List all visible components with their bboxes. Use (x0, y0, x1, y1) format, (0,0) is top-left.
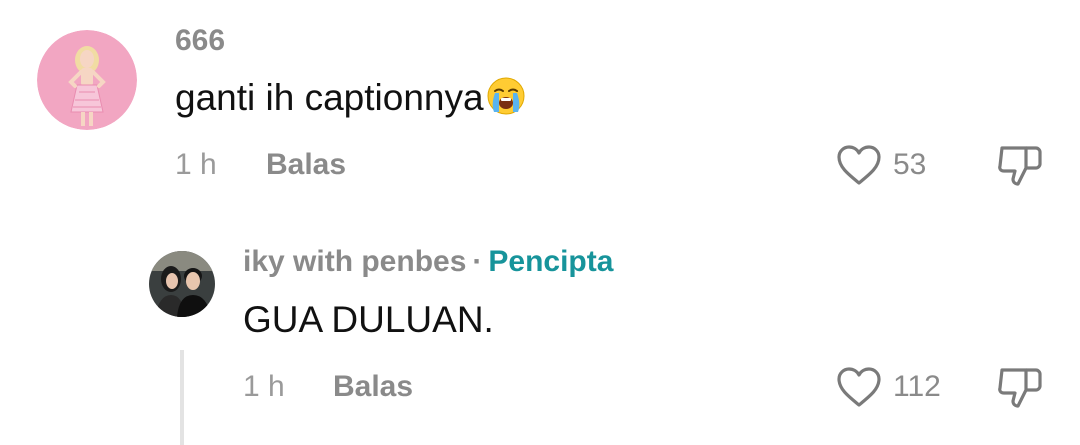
reply-button[interactable]: Balas (266, 148, 346, 182)
thumbs-down-icon[interactable] (996, 364, 1044, 415)
thumbs-down-icon[interactable] (996, 142, 1044, 193)
comment-text: ganti ih captionnya (175, 76, 526, 125)
loudly-crying-face-icon (486, 76, 526, 125)
reply-avatar[interactable] (149, 251, 215, 317)
comment-username[interactable]: 666 (175, 24, 225, 58)
reply-reply-button[interactable]: Balas (333, 370, 413, 404)
thread-line (180, 350, 184, 445)
reply-username-line: iky with penbes · Pencipta (243, 245, 613, 279)
reply-username[interactable]: iky with penbes (243, 245, 466, 278)
reply-timestamp: 1 h (243, 370, 285, 403)
creator-badge: Pencipta (488, 245, 614, 278)
comment-timestamp: 1 h (175, 148, 217, 181)
heart-icon[interactable] (836, 366, 882, 413)
like-count: 53 (893, 148, 927, 181)
separator: · (472, 245, 483, 278)
comment-thread: 666 ganti ih captionnya 1 h Balas 53 iky… (0, 0, 1080, 445)
reply-text: GUA DULUAN. (243, 299, 494, 340)
avatar[interactable] (37, 30, 137, 130)
comment-text-content: ganti ih captionnya (175, 77, 484, 118)
reply-like-count: 112 (893, 370, 941, 403)
heart-icon[interactable] (836, 144, 882, 191)
